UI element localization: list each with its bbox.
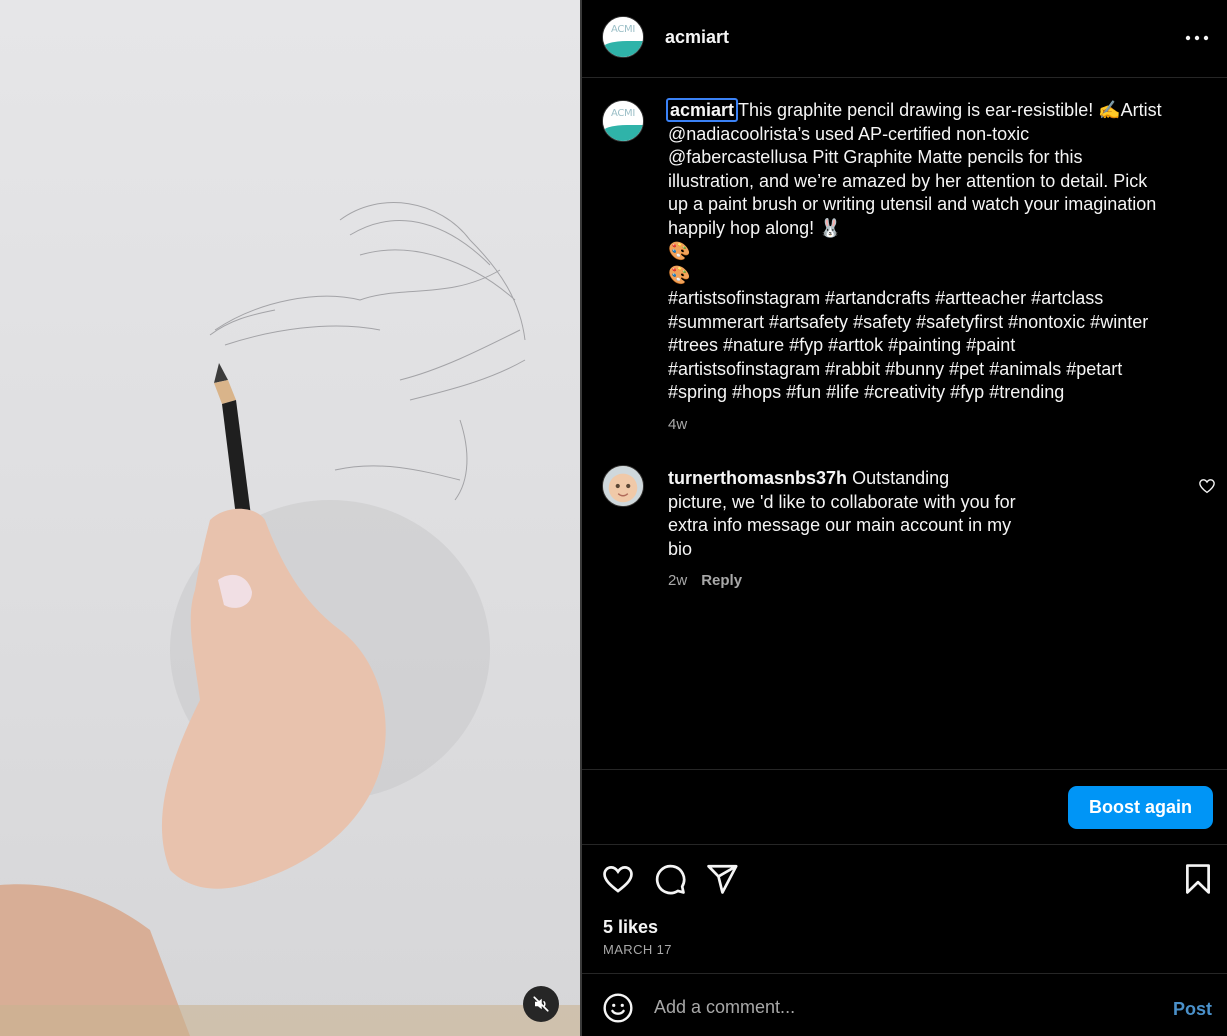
caption-timestamp[interactable]: 4w	[668, 416, 687, 433]
more-options-icon	[1185, 35, 1209, 41]
caption-line: @fabercastellusa Pitt Graphite Matte pen…	[668, 147, 1083, 167]
boost-again-button[interactable]: Boost again	[1068, 786, 1213, 829]
hashtag-line[interactable]: #spring #hops #fun #life #creativity #fy…	[668, 381, 1208, 405]
caption-line: @nadiacoolrista’s used AP-certified non-…	[668, 123, 1030, 144]
comment-line: picture, we 'd like to collaborate with …	[668, 491, 1016, 512]
post-date[interactable]: MARCH 17	[603, 942, 672, 957]
comment-heart-icon[interactable]	[1198, 477, 1216, 495]
comment-meta: 2w Reply	[668, 572, 742, 589]
post-caption: acmiart This graphite pencil drawing is e…	[666, 98, 1208, 405]
commenter-username[interactable]: turnerthomasnbs37h	[668, 468, 847, 488]
add-comment-bar: Post	[582, 975, 1227, 1036]
post-media[interactable]	[0, 0, 580, 1036]
caption-avatar[interactable]: ACMI	[602, 100, 644, 142]
comment-icon[interactable]	[653, 862, 687, 896]
caption-line: illustration, and we’re amazed by her at…	[668, 170, 1148, 191]
post-comment-button[interactable]: Post	[1173, 999, 1212, 1020]
hashtag-line[interactable]: #artistsofinstagram #rabbit #bunny #pet …	[668, 358, 1208, 382]
commenter-avatar[interactable]	[602, 465, 644, 507]
heart-icon[interactable]	[601, 862, 635, 896]
emoji-icon[interactable]	[602, 992, 634, 1024]
comment-input[interactable]	[654, 992, 1154, 1022]
post-actions: 5 likes MARCH 17	[582, 846, 1227, 974]
caption-username[interactable]: acmiart	[666, 98, 739, 122]
comment-line: extra info message our main account in m…	[668, 515, 1012, 535]
caption-line: 🎨	[668, 241, 691, 261]
comment-line: bio	[668, 538, 693, 559]
caption-line: 🎨	[668, 264, 691, 285]
drawing-video-frame	[0, 202, 580, 1036]
comments-section: ACMI acmiart This graphite pencil drawing…	[582, 78, 1227, 768]
post-username[interactable]: acmiart	[665, 27, 729, 48]
reply-button[interactable]: Reply	[701, 572, 742, 589]
post-details-panel: ACMI acmiart ACMI acmiart This graphite p…	[582, 0, 1227, 1036]
profile-avatar[interactable]: ACMI	[602, 16, 644, 58]
caption-line: happily hop along! 🐰	[668, 217, 842, 238]
hashtag-line[interactable]: #artistsofinstagram #artandcrafts #artte…	[668, 287, 1208, 311]
hashtag-line[interactable]: #summerart #artsafety #safety #safetyfir…	[668, 311, 1208, 335]
post-header: ACMI acmiart	[582, 0, 1227, 78]
muted-speaker-icon	[533, 996, 549, 1012]
mute-button[interactable]	[523, 986, 559, 1022]
caption-line: up a paint brush or writing utensil and …	[668, 194, 1157, 214]
hashtag-line[interactable]: #trees #nature #fyp #arttok #painting #p…	[668, 334, 1208, 358]
bookmark-icon[interactable]	[1181, 862, 1215, 896]
more-options-button[interactable]	[1180, 26, 1214, 50]
caption-line: This graphite pencil drawing is ear-resi…	[738, 100, 1162, 120]
comment-line: Outstanding	[852, 468, 950, 488]
avatar-logo-text: ACMI	[610, 23, 636, 35]
avatar-logo-text: ACMI	[610, 107, 636, 119]
commenter-photo	[603, 466, 643, 506]
likes-count[interactable]: 5 likes	[603, 917, 658, 938]
comment-timestamp[interactable]: 2w	[668, 572, 687, 589]
comment-body: turnerthomasnbs37h Outstanding picture, …	[668, 467, 1068, 561]
boost-bar: Boost again	[582, 769, 1227, 845]
share-icon[interactable]	[705, 862, 739, 896]
